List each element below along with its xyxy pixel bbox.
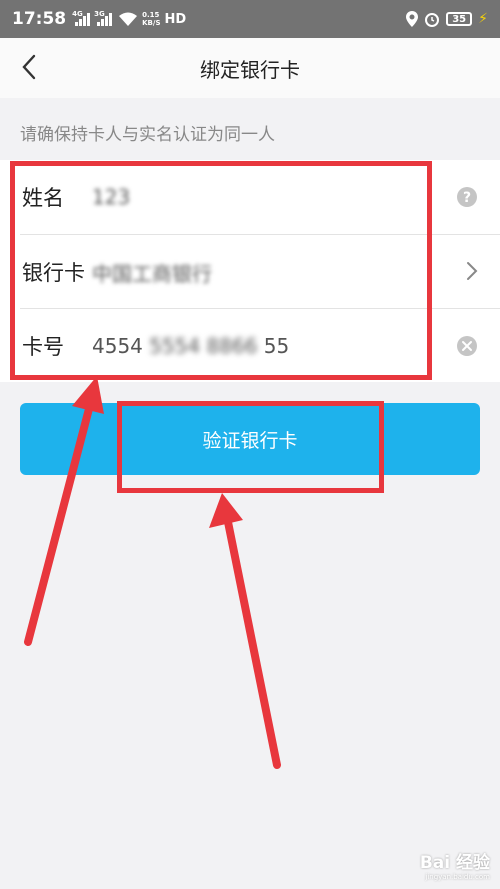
name-value[interactable]: 123	[92, 185, 130, 209]
signal-tag: 4G	[72, 9, 83, 18]
svg-text:?: ?	[463, 190, 471, 206]
signal-icon-2: 3G	[94, 9, 113, 26]
watermark-brand: Bai 经验	[419, 853, 490, 873]
name-row[interactable]: 姓名 123 ?	[0, 160, 500, 234]
card-number-value[interactable]: 4554 5554 8866 55	[92, 334, 289, 358]
question-icon[interactable]: ?	[456, 186, 478, 212]
status-time: 17:58	[12, 9, 67, 29]
bank-value[interactable]: 中国工商银行	[92, 258, 212, 287]
location-icon	[406, 11, 419, 27]
hd-indicator: HD	[164, 11, 187, 27]
clear-icon[interactable]	[456, 335, 478, 361]
app-header: 绑定银行卡	[0, 38, 500, 98]
baidu-watermark: Bai 经验 jingyan.baidu.com	[420, 848, 490, 881]
verify-bank-card-button[interactable]: 验证银行卡	[20, 403, 480, 475]
chevron-right-icon[interactable]	[466, 261, 478, 285]
back-button[interactable]	[14, 52, 44, 82]
name-label: 姓名	[22, 186, 64, 210]
card-number-label: 卡号	[22, 335, 64, 359]
watermark-url: jingyan.baidu.com	[425, 873, 490, 881]
status-bar: 17:58 4G 3G 0.15 KB/S HD 35 ⚡	[0, 0, 500, 38]
wifi-icon	[119, 12, 138, 26]
identity-tip: 请确保持卡人与实名认证为同一人	[20, 125, 275, 145]
battery-icon: 35	[446, 12, 473, 26]
arrow-to-button	[209, 493, 281, 769]
chevron-left-icon	[22, 54, 36, 80]
signal-icon: 4G	[72, 9, 91, 26]
page-title: 绑定银行卡	[200, 57, 300, 82]
alarm-icon	[425, 13, 440, 27]
signal-tag-2: 3G	[94, 9, 105, 18]
bank-label: 银行卡	[22, 261, 85, 285]
charging-icon: ⚡	[478, 11, 488, 27]
bank-row[interactable]: 银行卡 中国工商银行	[0, 235, 500, 309]
bank-card-form: 姓名 123 ? 银行卡 中国工商银行 卡号 4554 5554 8866 55	[0, 160, 500, 382]
card-number-row[interactable]: 卡号 4554 5554 8866 55	[0, 309, 500, 383]
network-speed: 0.15 KB/S	[142, 11, 161, 27]
